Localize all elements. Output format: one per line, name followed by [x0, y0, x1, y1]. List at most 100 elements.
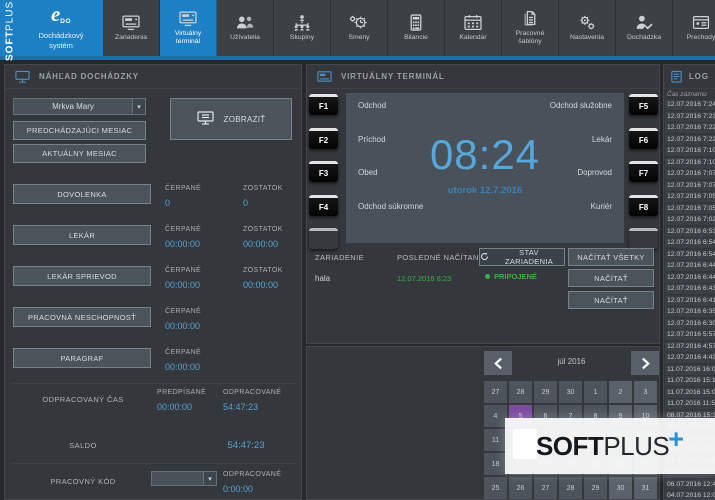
logo-plus-text: PLUS — [603, 431, 669, 462]
fkey-f6[interactable]: F6 — [629, 128, 658, 149]
brand-soft: SOFT — [5, 31, 16, 62]
attendance-row: LEKÁR ČERPANÉ 00:00:00 ZOSTATOK 00:00:00 — [13, 225, 299, 263]
chevron-down-icon: ▾ — [203, 472, 216, 485]
virtual-terminal-panel: VIRTUÁLNY TERMINÁL 08:24 utorok 12.7.201… — [306, 64, 660, 344]
calendar-day[interactable]: 4 — [484, 405, 507, 427]
calendar-day[interactable]: 25 — [484, 477, 507, 499]
pracovna-neschopnost-button[interactable]: PRACOVNÁ NESCHOPNOSŤ — [13, 307, 151, 327]
nav-item-nastavenia[interactable]: Nastavenia — [559, 0, 616, 56]
nav-item-zariadenia[interactable]: Zariadenia — [103, 0, 160, 56]
divider — [11, 463, 297, 464]
calendar-day[interactable]: 1 — [584, 381, 607, 403]
monitor-icon — [15, 70, 30, 84]
status-dot-icon — [485, 274, 490, 279]
log-entry: 12.07.2016 7:05 — [665, 204, 715, 214]
nav-item-uzivatelia[interactable]: Užívatelia — [217, 0, 274, 56]
log-entry: 12.07.2016 4:43 — [665, 353, 715, 363]
fkey-f1[interactable]: F1 — [309, 94, 338, 115]
usage-column: ČERPANÉ 00:00:00 — [165, 226, 201, 249]
fkey-f2-label: Príchod — [358, 135, 386, 144]
fkey-f5[interactable]: F5 — [629, 94, 658, 115]
fkey-blank[interactable] — [309, 228, 338, 249]
nav-item-label: Zariadenia — [113, 34, 149, 42]
worked-time-label: ODPRACOVANÝ ČAS — [13, 395, 153, 404]
nav-item-label: Nastavenia — [568, 34, 606, 42]
worked-column: ODPRACOVANÉ 54:47:23 — [223, 389, 281, 412]
template-icon — [519, 10, 541, 27]
log-entry: 11.07.2016 11:58 — [665, 399, 715, 409]
device-status-button[interactable]: STAV ZARIADENIA — [479, 248, 565, 266]
remaining-label: ZOSTATOK — [243, 226, 283, 233]
calendar-day[interactable]: 28 — [509, 381, 532, 403]
nav-item-label: Bilancie — [402, 34, 430, 42]
person-select[interactable]: Mrkva Mary ▾ — [13, 98, 146, 115]
nav-item-smeny[interactable]: Smeny — [331, 0, 388, 56]
usage-column: ČERPANÉ 0 — [165, 185, 201, 208]
lekar-sprievod-button[interactable]: LEKÁR SPRIEVOD — [13, 266, 151, 286]
calendar-day[interactable]: 30 — [609, 477, 632, 499]
calendar-next-button[interactable] — [631, 351, 659, 375]
terminal-display: 08:24 utorok 12.7.2016 OdchodPríchodObed… — [346, 93, 624, 243]
log-entry: 12.07.2016 7:07 — [665, 181, 715, 191]
device-status-button-label: STAV ZARIADENIA — [494, 248, 564, 266]
calendar-day[interactable]: 26 — [509, 477, 532, 499]
remaining-column: ZOSTATOK 0 — [243, 185, 283, 208]
fkey-f4-label: Odchod súkromne — [358, 202, 423, 211]
calendar-prev-button[interactable] — [484, 351, 512, 375]
paragraf-button[interactable]: PARAGRAF — [13, 348, 151, 368]
app-name: Dochádzkový systém — [22, 31, 100, 51]
previous-month-button[interactable]: PREDCHÁDZAJÚCI MESIAC — [13, 121, 146, 140]
calendar-day[interactable]: 29 — [584, 477, 607, 499]
current-month-button[interactable]: AKTUÁLNY MESIAC — [13, 144, 146, 163]
fkey-f3[interactable]: F3 — [309, 161, 338, 182]
calendar-day[interactable]: 30 — [559, 381, 582, 403]
nav-item-pracovne-sablony[interactable]: Pracovné šablóny — [502, 0, 559, 56]
fkey-f8[interactable]: F8 — [629, 195, 658, 216]
lekar-button[interactable]: LEKÁR — [13, 225, 151, 245]
calendar-day[interactable]: 2 — [609, 381, 632, 403]
usage-value: 00:00:00 — [165, 280, 201, 290]
app-name-line1: Dochádzkový — [22, 31, 100, 41]
show-button[interactable]: ZOBRAZIŤ — [170, 98, 292, 140]
work-code-select[interactable]: ▾ — [151, 471, 217, 486]
usage-value: 0 — [165, 198, 201, 208]
device-column-header: ZARIADENIE — [315, 253, 364, 262]
calendar-day[interactable]: 3 — [634, 381, 657, 403]
nav-item-virtualny-terminal[interactable]: Virtuálny terminál — [160, 0, 217, 56]
calendar-day[interactable]: 27 — [484, 381, 507, 403]
log-entry: 12.07.2016 7:05 — [665, 192, 715, 202]
person-select-value: Mrkva Mary — [14, 102, 132, 111]
calendar-day[interactable]: 11 — [484, 429, 507, 451]
worked-value: 54:47:23 — [223, 402, 281, 412]
dovolenka-button[interactable]: DOVOLENKA — [13, 184, 151, 204]
nav-item-bilancie[interactable]: Bilancie — [388, 0, 445, 56]
calendar-day[interactable]: 28 — [559, 477, 582, 499]
fkey-f8-label: Kuriér — [591, 202, 612, 211]
usage-value: 00:00:00 — [165, 239, 201, 249]
nav-item-dochadzka[interactable]: Dochádzka — [616, 0, 673, 56]
fkey-f4[interactable]: F4 — [309, 195, 338, 216]
read-all-button[interactable]: NAČÍTAŤ VŠETKY — [568, 248, 654, 266]
nav-item-skupiny[interactable]: Skupiny — [274, 0, 331, 56]
remaining-value: 00:00:00 — [243, 280, 283, 290]
read-device-button[interactable]: NAČÍTAŤ — [568, 269, 654, 287]
refresh-icon — [480, 252, 489, 263]
read-device-button-2[interactable]: NAČÍTAŤ — [568, 291, 654, 309]
calendar-day[interactable]: 31 — [634, 477, 657, 499]
calendar-day[interactable]: 27 — [534, 477, 557, 499]
attendance-row: DOVOLENKA ČERPANÉ 0 ZOSTATOK 0 — [13, 184, 299, 222]
log-entry: 12.07.2016 7:02 — [665, 215, 715, 225]
nav-item-kalendar[interactable]: Kalendár — [445, 0, 502, 56]
fkey-f2[interactable]: F2 — [309, 128, 338, 149]
nav-item-prechody[interactable]: Prechody — [673, 0, 715, 56]
work-code-worked-value: 0:00:00 — [223, 484, 281, 494]
badge-icon — [690, 14, 712, 31]
brand-block[interactable]: SOFTPLUS+ eDO Dochádzkový systém — [0, 0, 103, 56]
calendar-day[interactable]: 29 — [534, 381, 557, 403]
fkey-blank[interactable] — [629, 228, 658, 249]
fkey-f7[interactable]: F7 — [629, 161, 658, 182]
calendar-day[interactable]: 18 — [484, 453, 507, 475]
softplus-vertical-logo: SOFTPLUS+ — [0, 0, 20, 56]
saldo-label: SALDO — [13, 441, 153, 450]
log-entry: 12.07.2016 6:54 — [665, 238, 715, 248]
